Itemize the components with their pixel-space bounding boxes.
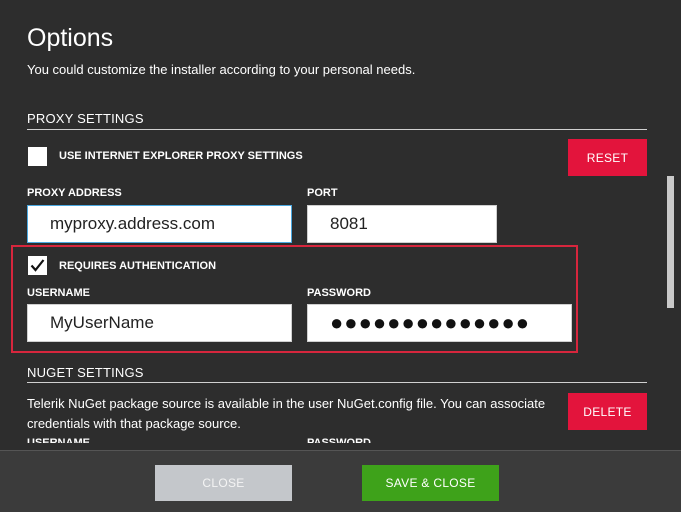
port-label: PORT: [307, 187, 338, 199]
port-input[interactable]: 8081: [307, 205, 497, 243]
username-value: MyUserName: [50, 313, 154, 332]
dialog-footer: [0, 450, 681, 512]
proxy-settings-heading: PROXY SETTINGS: [27, 111, 144, 126]
proxy-address-value: myproxy.address.com: [50, 214, 216, 233]
reset-button[interactable]: RESET: [568, 139, 647, 176]
password-label: PASSWORD: [307, 287, 371, 299]
proxy-address-label: PROXY ADDRESS: [27, 187, 122, 199]
password-value: ●●●●●●●●●●●●●●: [330, 310, 531, 335]
use-ie-proxy-label: USE INTERNET EXPLORER PROXY SETTINGS: [59, 150, 303, 162]
page-subtitle: You could customize the installer accord…: [27, 62, 416, 77]
checkmark-icon: [30, 259, 45, 272]
proxy-settings-divider: [27, 129, 647, 130]
proxy-address-input[interactable]: myproxy.address.com: [27, 205, 292, 243]
requires-authentication-label: REQUIRES AUTHENTICATION: [59, 260, 217, 272]
save-and-close-button[interactable]: SAVE & CLOSE: [362, 465, 499, 501]
nuget-settings-divider: [27, 382, 647, 383]
password-input[interactable]: ●●●●●●●●●●●●●●: [307, 304, 572, 342]
use-ie-proxy-checkbox[interactable]: [28, 147, 47, 166]
username-label: USERNAME: [27, 287, 90, 299]
username-input[interactable]: MyUserName: [27, 304, 292, 342]
close-button[interactable]: CLOSE: [155, 465, 292, 501]
port-value: 8081: [330, 214, 368, 233]
vertical-scrollbar[interactable]: [667, 176, 674, 308]
page-title: Options: [27, 24, 114, 52]
requires-authentication-checkbox[interactable]: [28, 256, 47, 275]
nuget-description: Telerik NuGet package source is availabl…: [27, 396, 546, 431]
nuget-username-label: USERNAME: [27, 437, 90, 443]
nuget-settings-heading: NUGET SETTINGS: [27, 365, 144, 380]
nuget-password-label: PASSWORD: [307, 437, 371, 443]
delete-button[interactable]: DELETE: [568, 393, 647, 430]
